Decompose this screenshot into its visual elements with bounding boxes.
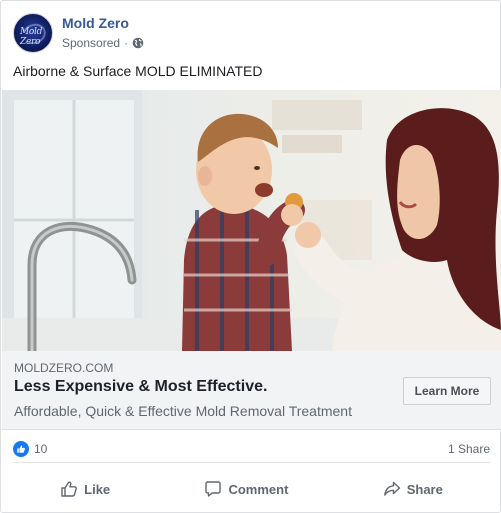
comment-button-label: Comment (228, 481, 289, 497)
sponsored-label[interactable]: Sponsored (62, 36, 120, 50)
comment-button[interactable]: Comment (194, 474, 298, 504)
post-meta: Sponsored · (62, 36, 144, 50)
page-avatar[interactable]: Mold Zero (13, 13, 53, 53)
speech-bubble-icon (205, 481, 222, 497)
link-headline[interactable]: Less Expensive & Most Effective. (14, 378, 267, 396)
ad-image[interactable] (2, 90, 501, 351)
share-arrow-icon (383, 481, 400, 496)
thumbs-up-icon[interactable] (13, 441, 29, 457)
link-preview[interactable]: MOLDZERO.COM Less Expensive & Most Effec… (2, 351, 501, 430)
share-count[interactable]: 1 Share (448, 442, 490, 456)
link-description: Affordable, Quick & Effective Mold Remov… (14, 403, 352, 419)
like-button[interactable]: Like (50, 474, 120, 504)
share-button[interactable]: Share (373, 474, 453, 504)
sponsored-post-card: Mold Zero Mold Zero Sponsored · Airborne… (0, 0, 501, 513)
meta-separator: · (124, 36, 129, 50)
page-name-link[interactable]: Mold Zero (62, 15, 129, 31)
post-text: Airborne & Surface MOLD ELIMINATED (13, 63, 263, 79)
ad-photo-illustration (2, 90, 501, 351)
globe-icon[interactable] (132, 37, 144, 49)
reactions-bar: 10 1 Share (13, 437, 490, 463)
link-domain: MOLDZERO.COM (14, 361, 114, 375)
avatar-logo-text: Mold Zero (20, 27, 43, 47)
post-header: Mold Zero Mold Zero Sponsored · (13, 13, 483, 55)
action-bar: Like Comment Share (13, 471, 490, 507)
like-count[interactable]: 10 (34, 442, 47, 456)
share-button-label: Share (406, 481, 443, 497)
thumbs-up-outline-icon (61, 481, 78, 497)
like-button-label: Like (84, 481, 111, 497)
learn-more-button[interactable]: Learn More (403, 377, 491, 405)
